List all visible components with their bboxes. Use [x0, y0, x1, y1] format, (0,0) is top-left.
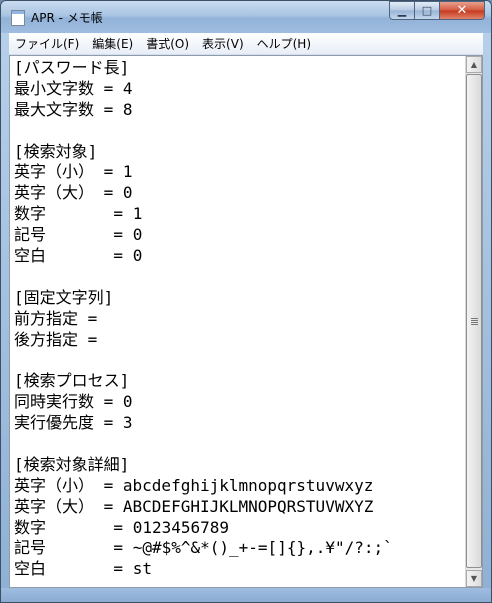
close-button[interactable]: ✕ [440, 1, 485, 20]
text-line: 数字 = 1 [14, 204, 143, 224]
text-line [14, 350, 464, 371]
minimize-button[interactable]: ▁ [389, 1, 415, 20]
text-line: 前方指定 = [14, 308, 98, 328]
caption-buttons: ▁ □ ✕ [389, 1, 485, 21]
menu-file[interactable]: ファイル(F) [9, 35, 86, 52]
scroll-down-button[interactable]: ▼ [466, 570, 482, 587]
text-line: [検索対象] [14, 141, 98, 161]
menu-bar: ファイル(F) 編集(E) 書式(O) 表示(V) ヘルプ(H) [9, 33, 483, 55]
text-line: 英字（大） = 0 [14, 183, 133, 203]
grip-icon [470, 317, 478, 325]
text-line: 英字（小） = abcdefghijklmnopqrstuvwxyz [14, 475, 374, 495]
menu-edit[interactable]: 編集(E) [86, 35, 140, 52]
text-line: 空白 = st [14, 559, 152, 579]
text-line: 同時実行数 = 0 [14, 392, 133, 412]
menu-help[interactable]: ヘルプ(H) [251, 35, 318, 52]
text-line: 最大文字数 = 8 [14, 99, 133, 119]
text-line: 記号 = 0 [14, 225, 143, 245]
scroll-thumb[interactable] [466, 74, 482, 568]
text-content[interactable]: [パスワード長] 最小文字数 = 4 最大文字数 = 8 [検索対象] 英字（小… [14, 58, 464, 586]
text-line: 記号 = ~@#$%^&*()_+-=[]{},.¥"/?:;` [14, 538, 393, 558]
text-line: [パスワード長] [14, 58, 130, 77]
close-icon: ✕ [456, 3, 468, 18]
text-line [14, 434, 464, 455]
window-bottom-frame [1, 588, 491, 602]
text-line: 英字（小） = 1 [14, 162, 133, 182]
text-line: 英字（大） = ABCDEFGHIJKLMNOPQRSTUVWXYZ [14, 496, 374, 516]
text-line: 最小文字数 = 4 [14, 78, 133, 98]
title-bar[interactable]: APR - メモ帳 ▁ □ ✕ [1, 1, 491, 33]
text-editor[interactable]: [パスワード長] 最小文字数 = 4 最大文字数 = 8 [検索対象] 英字（小… [9, 55, 483, 588]
window-title: APR - メモ帳 [31, 11, 103, 25]
text-line: 実行優先度 = 3 [14, 413, 133, 433]
text-line: [検索対象詳細] [14, 454, 130, 474]
menu-format[interactable]: 書式(O) [140, 35, 196, 52]
text-line: 後方指定 = [14, 329, 98, 349]
maximize-button[interactable]: □ [415, 1, 440, 20]
maximize-icon: □ [421, 4, 433, 17]
vertical-scrollbar[interactable]: ▲ ▼ [465, 56, 482, 587]
minimize-icon: ▁ [397, 4, 407, 17]
text-line: 空白 = 0 [14, 246, 143, 266]
notepad-window: APR - メモ帳 ▁ □ ✕ ファイル(F) 編集(E) 書式(O) 表示(V… [0, 0, 492, 603]
scroll-up-button[interactable]: ▲ [466, 56, 482, 73]
arrow-down-icon: ▼ [470, 574, 478, 583]
menu-view[interactable]: 表示(V) [196, 35, 251, 52]
text-line: [固定文字列] [14, 287, 114, 307]
text-line [14, 267, 464, 288]
notepad-icon[interactable] [11, 10, 25, 26]
text-line: [検索プロセス] [14, 371, 130, 391]
text-line [14, 121, 464, 142]
arrow-up-icon: ▲ [470, 60, 478, 69]
text-line: 数字 = 0123456789 [14, 517, 230, 537]
